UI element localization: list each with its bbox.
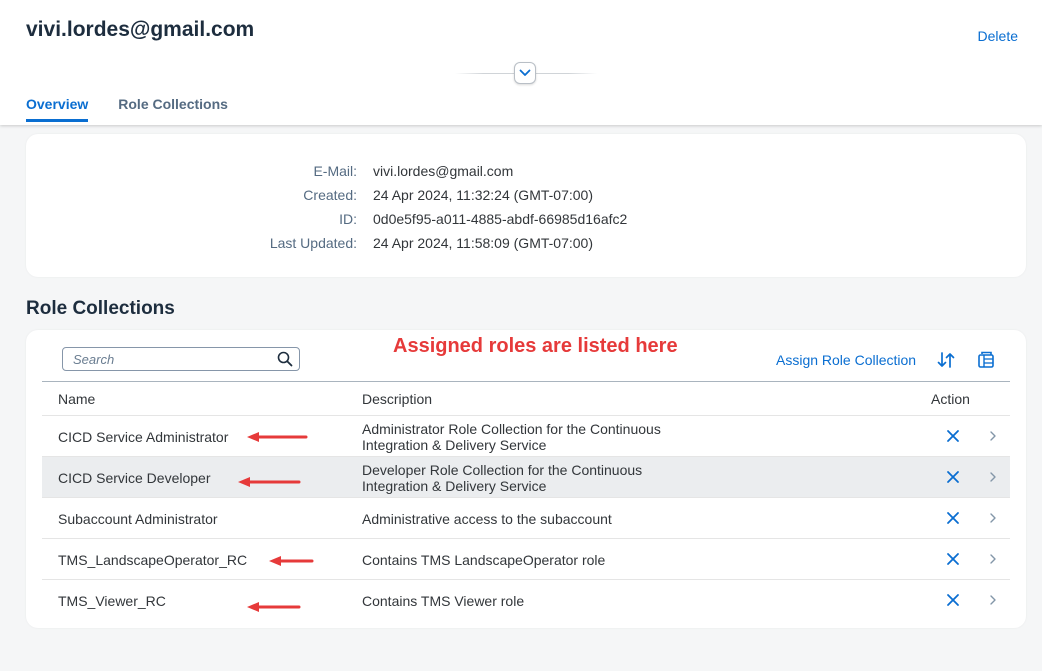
id-label: ID: <box>339 211 357 227</box>
delete-button[interactable]: Delete <box>978 28 1018 44</box>
table-row[interactable]: CICD Service Administrator Administrator… <box>42 416 1010 457</box>
role-name: CICD Service Developer <box>58 470 211 486</box>
search-input[interactable] <box>73 351 277 367</box>
id-value: 0d0e5f95-a011-4885-abdf-66985d16afc2 <box>373 211 628 227</box>
search-icon[interactable] <box>277 351 293 367</box>
role-description: Developer Role Collection for the Contin… <box>362 462 643 494</box>
arrow-left-icon <box>238 477 301 487</box>
created-value: 24 Apr 2024, 11:32:24 (GMT-07:00) <box>373 187 593 203</box>
chevron-right-icon[interactable] <box>988 594 998 606</box>
sort-icon[interactable] <box>936 350 956 370</box>
role-collections-card: Assigned roles are listed here Assign Ro… <box>26 330 1026 628</box>
role-description: Contains TMS LandscapeOperator role <box>362 552 606 568</box>
arrow-left-icon <box>247 602 301 612</box>
email-value: vivi.lordes@gmail.com <box>373 163 514 179</box>
page-title: vivi.lordes@gmail.com <box>26 18 255 41</box>
chevron-right-icon[interactable] <box>988 430 998 442</box>
annotation-text: Assigned roles are listed here <box>393 335 678 357</box>
close-icon[interactable] <box>946 470 960 484</box>
column-header-name[interactable]: Name <box>58 391 95 407</box>
search-field[interactable] <box>62 347 300 371</box>
object-page-header: vivi.lordes@gmail.com Delete Overview Ro… <box>0 0 1042 125</box>
tab-role-collections[interactable]: Role Collections <box>118 96 228 122</box>
role-name: CICD Service Administrator <box>58 429 229 445</box>
table-row[interactable]: CICD Service Developer Developer Role Co… <box>42 457 1010 498</box>
table-row[interactable]: Subaccount Administrator Administrative … <box>42 498 1010 539</box>
arrow-left-icon <box>269 556 314 566</box>
chevron-down-icon <box>519 69 531 76</box>
table-row[interactable]: TMS_LandscapeOperator_RC Contains TMS La… <box>42 539 1010 580</box>
last-updated-value: 24 Apr 2024, 11:58:09 (GMT-07:00) <box>373 235 593 251</box>
last-updated-label: Last Updated: <box>269 235 357 251</box>
arrow-left-icon <box>247 432 308 442</box>
tab-bar: Overview Role Collections <box>26 96 228 122</box>
column-header-action: Action <box>931 391 970 407</box>
role-name: TMS_Viewer_RC <box>58 593 166 609</box>
role-description: Administrator Role Collection for the Co… <box>362 421 661 453</box>
tab-overview[interactable]: Overview <box>26 96 89 122</box>
table-row[interactable]: TMS_Viewer_RC Contains TMS Viewer role <box>42 580 1010 620</box>
close-icon[interactable] <box>946 511 960 525</box>
role-collections-table: Name Description Action CICD Service Adm… <box>42 381 1010 620</box>
role-collections-heading: Role Collections <box>26 298 175 319</box>
role-description: Contains TMS Viewer role <box>362 593 525 609</box>
collapse-header-button[interactable] <box>514 62 536 84</box>
user-details-card: E-Mail: vivi.lordes@gmail.com Created: 2… <box>26 134 1026 277</box>
chevron-right-icon[interactable] <box>988 471 998 483</box>
column-header-description[interactable]: Description <box>362 391 432 407</box>
table-settings-icon[interactable] <box>976 350 996 370</box>
role-name: Subaccount Administrator <box>58 511 218 527</box>
email-label: E-Mail: <box>313 163 357 179</box>
chevron-right-icon[interactable] <box>988 512 998 524</box>
created-label: Created: <box>303 187 357 203</box>
role-description: Administrative access to the subaccount <box>362 511 612 527</box>
assign-role-collection-button[interactable]: Assign Role Collection <box>776 352 916 368</box>
close-icon[interactable] <box>946 552 960 566</box>
table-header: Name Description Action <box>42 381 1010 416</box>
chevron-right-icon[interactable] <box>988 553 998 565</box>
close-icon[interactable] <box>946 429 960 443</box>
role-name: TMS_LandscapeOperator_RC <box>58 552 248 568</box>
close-icon[interactable] <box>946 593 960 607</box>
